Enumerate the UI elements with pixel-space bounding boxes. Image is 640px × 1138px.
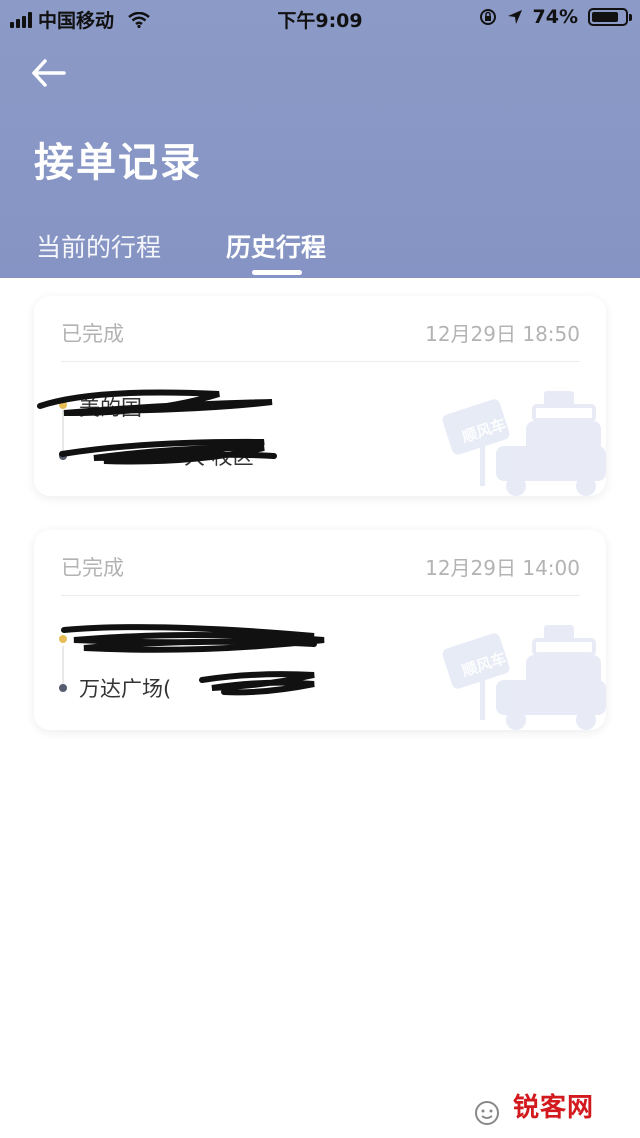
- end-dot: [59, 684, 67, 692]
- status-bar: 中国移动 下午9:09 74%: [0, 0, 640, 36]
- order-status: 已完成: [61, 556, 124, 580]
- end-address: 万达广场(: [79, 677, 172, 701]
- start-dot: [59, 635, 67, 643]
- route-line: [62, 410, 64, 456]
- end-dot: [59, 452, 67, 460]
- route-line: [62, 646, 64, 686]
- order-card[interactable]: 已完成 12月29日 18:50 顺风车 美的国 大 校区: [34, 296, 606, 496]
- start-address: 美的国: [79, 396, 142, 420]
- tab-current-trips[interactable]: 当前的行程: [36, 228, 161, 264]
- carpool-car-icon: 顺风车: [442, 391, 606, 496]
- order-time: 12月29日 14:00: [425, 556, 580, 580]
- rotation-lock-icon: [479, 9, 496, 25]
- divider: [61, 361, 580, 362]
- tab-history-trips[interactable]: 历史行程: [226, 228, 326, 264]
- watermark: 锐客网: [512, 1093, 594, 1123]
- carpool-car-icon: 顺风车: [442, 625, 606, 730]
- location-icon: [507, 10, 522, 24]
- active-tab-indicator: [252, 270, 302, 275]
- back-arrow-icon[interactable]: [30, 56, 70, 90]
- order-status: 已完成: [61, 322, 124, 346]
- header: 中国移动 下午9:09 74% 接单记录 当前的行程 历史行程: [0, 0, 640, 278]
- start-dot: [59, 401, 67, 409]
- page-title: 接单记录: [34, 140, 202, 186]
- order-time: 12月29日 18:50: [425, 322, 580, 346]
- watermark-logo-icon: [475, 1101, 499, 1125]
- battery-percent: 74%: [532, 6, 578, 28]
- divider: [61, 595, 580, 596]
- order-card[interactable]: 已完成 12月29日 14:00 顺风车 万达广场(: [34, 530, 606, 730]
- battery-icon: [588, 8, 632, 26]
- end-address: 大 校区: [184, 445, 254, 469]
